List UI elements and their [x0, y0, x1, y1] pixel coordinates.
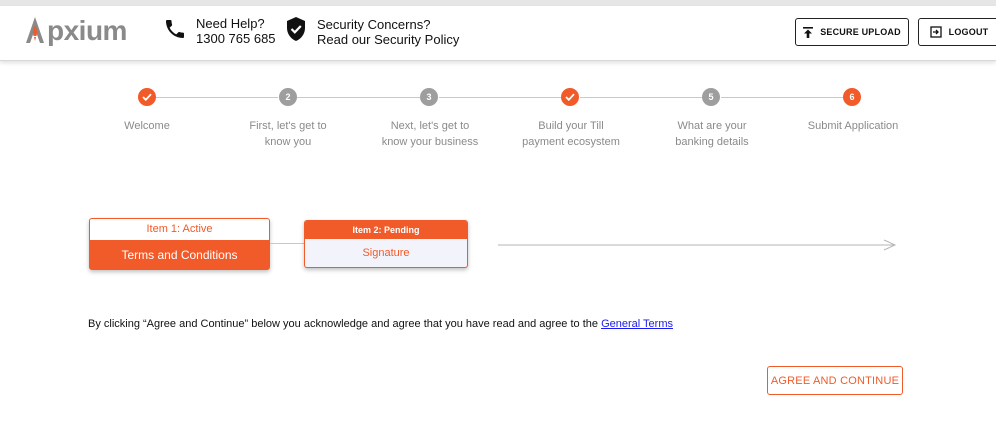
step-2-label: First, let's get to know you — [249, 120, 327, 148]
item-1-status: Item 1: Active — [90, 219, 269, 240]
step-1-label: Welcome — [124, 120, 170, 132]
step-connector — [721, 97, 843, 98]
step-connector — [580, 97, 702, 98]
step-6-dot[interactable]: 6 — [843, 88, 861, 106]
step-3-dot[interactable]: 3 — [420, 88, 438, 106]
step-connector — [439, 97, 561, 98]
step-number: 5 — [708, 92, 714, 102]
upload-icon — [803, 26, 814, 38]
step-4-dot[interactable] — [561, 88, 579, 106]
step-connector — [297, 97, 420, 98]
general-terms-link[interactable]: General Terms — [601, 318, 673, 330]
progress-stepper: 2 3 5 6 Welcome First, let's get to know … — [0, 87, 996, 157]
logout-icon — [929, 26, 942, 38]
check-icon — [142, 93, 152, 101]
security-link[interactable]: Read our Security Policy — [317, 32, 459, 47]
help-phone: 1300 765 685 — [196, 31, 276, 46]
step-3-label: Next, let's get to know your business — [381, 120, 479, 148]
step-number: 6 — [849, 92, 855, 102]
step-number: 3 — [426, 92, 432, 102]
help-contact[interactable]: Need Help? 1300 765 685 — [163, 16, 276, 46]
step-number: 2 — [285, 92, 291, 102]
item-2-card[interactable]: Item 2: Pending Signature — [304, 220, 468, 268]
help-title: Need Help? — [196, 16, 265, 31]
logout-button[interactable]: LOGOUT — [918, 18, 996, 46]
terms-statement: By clicking “Agree and Continue” below y… — [88, 318, 673, 330]
rocket-logo-icon — [24, 15, 46, 47]
security-policy[interactable]: Security Concerns? Read our Security Pol… — [285, 16, 459, 47]
step-2-dot[interactable]: 2 — [279, 88, 297, 106]
item-connector — [270, 243, 304, 244]
progress-arrow-icon — [498, 238, 898, 256]
item-1-title: Terms and Conditions — [121, 248, 238, 262]
shield-check-icon — [285, 16, 307, 47]
check-icon — [565, 93, 575, 101]
phone-icon — [163, 17, 187, 46]
step-5-label: What are your banking details — [675, 120, 749, 148]
secure-upload-label: SECURE UPLOAD — [820, 27, 901, 37]
secure-upload-button[interactable]: SECURE UPLOAD — [795, 18, 909, 46]
item-2-status: Item 2: Pending — [305, 221, 467, 239]
apxium-logo[interactable]: pxium — [24, 14, 127, 48]
logo-text: pxium — [47, 15, 127, 46]
site-header: pxium Need Help? 1300 765 685 Security C… — [0, 6, 996, 61]
step-5-dot[interactable]: 5 — [702, 88, 720, 106]
step-1-dot[interactable] — [138, 88, 156, 106]
security-title: Security Concerns? — [317, 16, 431, 32]
agree-and-continue-button[interactable]: AGREE AND CONTINUE — [767, 366, 903, 395]
terms-text: By clicking “Agree and Continue” below y… — [88, 318, 602, 330]
step-4-label: Build your Till payment ecosystem — [522, 120, 620, 148]
logout-label: LOGOUT — [948, 27, 989, 37]
item-1-card[interactable]: Item 1: Active Terms and Conditions — [89, 218, 270, 270]
step-6-label: Submit Application — [807, 120, 899, 132]
step-connector — [156, 97, 278, 98]
item-2-title: Signature — [362, 247, 410, 259]
